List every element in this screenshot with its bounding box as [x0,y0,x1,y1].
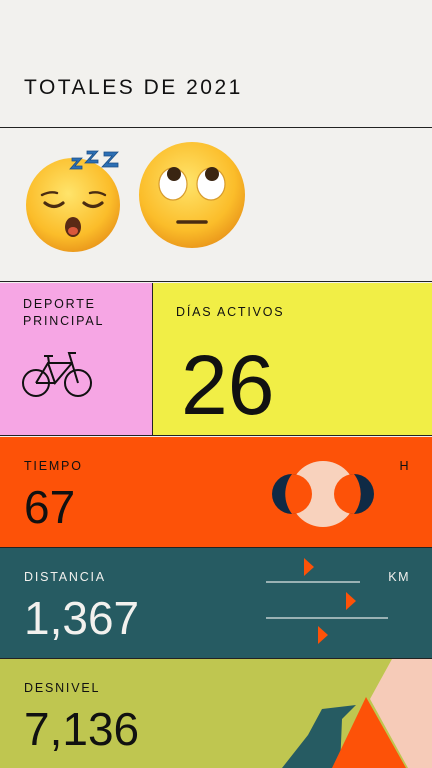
sleeping-face-emoji [26,150,120,252]
bicycle-icon [22,352,92,397]
rolling-eyes-emoji [139,142,245,248]
active-days-value: 26 [181,338,275,432]
distance-label: DISTANCIA [24,570,106,584]
elevation-value: 7,136 [24,703,140,755]
distance-value: 1,367 [24,592,140,644]
time-label: TIEMPO [24,459,83,473]
time-card[interactable]: TIEMPO H 67 [0,437,432,548]
elevation-label: DESNIVEL [24,681,101,695]
active-days-card[interactable]: DÍAS ACTIVOS 26 [153,283,432,435]
header: TOTALES DE 2021 [0,0,432,128]
main-sport-card[interactable]: DEPORTE PRINCIPAL [0,283,153,435]
emoji-row [0,129,432,282]
distance-card[interactable]: DISTANCIA KM 1,367 [0,548,432,659]
mountain-graphic [282,659,432,768]
time-value: 67 [24,481,76,533]
main-sport-label: DEPORTE PRINCIPAL [23,297,105,328]
page-title: TOTALES DE 2021 [24,76,243,99]
sport-row: DEPORTE PRINCIPAL DÍAS ACTIVOS 26 [0,283,432,436]
time-circles-graphic [272,461,374,527]
active-days-label: DÍAS ACTIVOS [176,305,285,319]
elevation-card[interactable]: DESNIVEL M 7,136 [0,659,432,768]
time-unit: H [399,459,410,473]
distance-arrows-graphic [266,558,388,644]
